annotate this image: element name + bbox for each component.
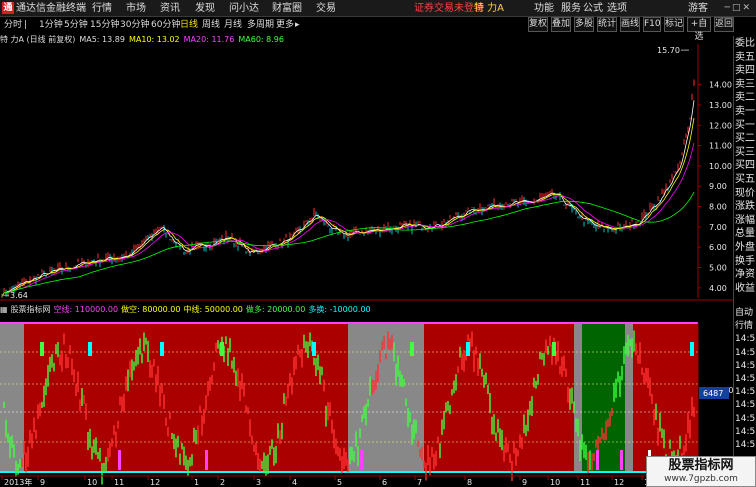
side-label-2: 14:55 xyxy=(735,413,756,424)
side-label-2: 14:55 xyxy=(735,387,756,398)
side-label: 收益 xyxy=(735,282,755,294)
price-tick-label: 4.00 xyxy=(709,284,727,293)
price-tick-label: 6.00 xyxy=(709,243,727,252)
price-tick-label: 11.00 xyxy=(709,142,732,151)
trough-signal-bar[interactable] xyxy=(205,450,208,470)
side-label: 外盘 xyxy=(735,242,755,253)
side-label-2: 14:55 xyxy=(735,400,756,411)
peak-signal-bar[interactable] xyxy=(410,342,414,356)
trough-signal-bar[interactable] xyxy=(118,450,121,470)
x-tick-label: 12 xyxy=(614,478,624,487)
side-label: 净资 xyxy=(735,269,755,281)
low-price-label: 3.64 xyxy=(10,291,28,300)
maximize-icon[interactable]: □ xyxy=(732,3,743,13)
side-label: 卖四 xyxy=(735,65,755,77)
side-label: 涨幅 xyxy=(735,214,755,226)
x-tick-label: 10 xyxy=(550,478,560,487)
side-label-2: 14:55 xyxy=(735,426,756,437)
peak-signal-bar[interactable] xyxy=(220,342,224,356)
watermark-url: www.7gpzb.com xyxy=(664,474,738,484)
ma60-line xyxy=(1,191,695,297)
peak-signal-bar[interactable] xyxy=(160,342,164,356)
side-label: 卖五 xyxy=(735,51,755,63)
price-tick-label: 12.00 xyxy=(709,121,732,130)
signal-band-red xyxy=(24,323,348,472)
side-label: 卖二 xyxy=(735,92,755,104)
x-tick-label: 4 xyxy=(292,478,297,487)
trough-signal-bar[interactable] xyxy=(620,450,623,470)
side-label: 买三 xyxy=(735,146,755,158)
side-label: 换手 xyxy=(735,255,755,267)
side-label-2: 14:55 xyxy=(735,360,756,371)
signal-band-gray xyxy=(0,323,24,472)
price-tick-label: 10.00 xyxy=(709,162,732,171)
peak-signal-bar[interactable] xyxy=(552,342,556,356)
price-tick-label: 8.00 xyxy=(709,203,727,212)
side-label-2: 自动 xyxy=(735,308,754,318)
side-label: 涨跌 xyxy=(735,201,755,213)
side-label: 卖三 xyxy=(735,78,755,90)
side-label: 买一 xyxy=(735,119,755,131)
side-label-2: 行情 xyxy=(735,321,754,332)
x-tick-label: 11 xyxy=(114,478,124,487)
watermark-title: 股票指标网 xyxy=(668,458,734,473)
side-label-2: 14:55 xyxy=(735,347,756,358)
ma10-line xyxy=(1,117,695,297)
kline-chart[interactable]: 14.0013.0012.0011.0010.009.008.007.006.0… xyxy=(0,0,733,487)
side-label: 卖一 xyxy=(735,106,755,117)
price-tick-label: 7.00 xyxy=(709,223,727,232)
side-label: 现价 xyxy=(735,187,755,199)
sub-current-label: 6487 xyxy=(703,389,723,398)
price-tick-label: 13.00 xyxy=(709,101,732,110)
price-tick-label: 5.00 xyxy=(709,264,727,273)
peak-signal-bar[interactable] xyxy=(312,342,316,356)
side-label-2: 14:55 xyxy=(735,440,756,450)
high-price-label: 15.70 xyxy=(657,46,680,55)
peak-signal-bar[interactable] xyxy=(40,342,44,356)
x-tick-label: 10 xyxy=(87,478,97,487)
x-tick-label: 7 xyxy=(417,478,422,487)
x-tick-label: 6 xyxy=(382,478,387,487)
x-tick-label: 8 xyxy=(467,478,472,487)
x-tick-label: 5 xyxy=(337,478,342,487)
x-tick-label: 3 xyxy=(256,478,261,487)
x-tick-label: 2 xyxy=(220,478,225,487)
side-label: 买二 xyxy=(735,133,755,145)
watermark: 股票指标网 www.7gpzb.com xyxy=(646,456,756,487)
signal-band-red xyxy=(633,323,698,472)
peak-signal-bar[interactable] xyxy=(88,342,92,356)
side-label: 总量 xyxy=(735,228,755,240)
peak-signal-bar[interactable] xyxy=(466,342,470,356)
side-label: 买四 xyxy=(735,160,755,172)
x-tick-label: 9 xyxy=(522,478,527,487)
signal-band-gray xyxy=(574,323,582,472)
price-tick-label: 14.00 xyxy=(709,81,732,90)
trough-signal-bar[interactable] xyxy=(596,450,599,470)
ma5-line xyxy=(1,100,695,297)
x-tick-label: 11 xyxy=(580,478,590,487)
price-tick-label: 9.00 xyxy=(709,182,727,191)
x-tick-label: 12 xyxy=(150,478,160,487)
side-label-2: 14:55 xyxy=(735,374,756,384)
side-label: 委比 xyxy=(735,38,755,49)
signal-band-green xyxy=(582,323,625,472)
peak-signal-bar[interactable] xyxy=(690,342,694,356)
x-tick-label: 1 xyxy=(194,478,199,487)
trough-signal-bar[interactable] xyxy=(360,450,363,470)
x-tick-label: 9 xyxy=(40,478,45,487)
side-label-2: 14:55 xyxy=(735,334,756,345)
close-icon[interactable]: ✕ xyxy=(742,3,752,13)
x-tick-label: 2013年 xyxy=(4,477,32,487)
side-label: 买五 xyxy=(735,174,755,185)
